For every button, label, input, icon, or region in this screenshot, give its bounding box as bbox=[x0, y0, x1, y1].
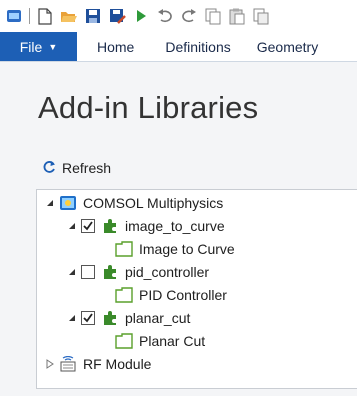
tree-node-label: PID Controller bbox=[139, 287, 227, 303]
tree-node-label: planar_cut bbox=[125, 310, 191, 326]
tree-node-pid-controller[interactable]: pid_controller bbox=[67, 261, 209, 283]
chevron-down-icon: ▼ bbox=[48, 41, 58, 52]
file-menu-button[interactable]: File ▼ bbox=[0, 32, 77, 61]
puzzle-piece-icon bbox=[101, 263, 119, 281]
rf-module-icon bbox=[59, 355, 77, 373]
redo-icon[interactable] bbox=[180, 7, 198, 25]
tree-node-label: RF Module bbox=[83, 356, 152, 372]
save-as-icon[interactable] bbox=[108, 7, 126, 25]
expanded-triangle-icon[interactable] bbox=[67, 221, 77, 231]
expanded-triangle-icon[interactable] bbox=[67, 267, 77, 277]
duplicate-icon[interactable] bbox=[252, 7, 270, 25]
tab-geometry[interactable]: Geometry bbox=[244, 32, 331, 61]
refresh-label: Refresh bbox=[62, 160, 112, 176]
new-file-icon[interactable] bbox=[36, 7, 54, 25]
tree-node-label: Planar Cut bbox=[139, 333, 206, 349]
planar-cut-checkbox[interactable] bbox=[81, 311, 95, 325]
refresh-icon bbox=[42, 160, 56, 177]
tree-node-planar-cut-method[interactable]: Planar Cut bbox=[115, 330, 205, 352]
collapsed-triangle-icon[interactable] bbox=[45, 359, 55, 369]
library-tree: COMSOL Multiphysics image_to_curve Image… bbox=[36, 189, 357, 389]
tree-node-label: Image to Curve bbox=[139, 241, 235, 257]
tree-node-pid-controller-method[interactable]: PID Controller bbox=[115, 284, 227, 306]
tree-node-image-to-curve-method[interactable]: Image to Curve bbox=[115, 238, 235, 260]
toolbar-separator bbox=[29, 8, 30, 24]
tree-node-comsol-multiphysics[interactable]: COMSOL Multiphysics bbox=[45, 192, 223, 214]
image-to-curve-checkbox[interactable] bbox=[81, 219, 95, 233]
file-menu-label: File bbox=[19, 38, 43, 55]
tab-home[interactable]: Home bbox=[77, 32, 152, 61]
tree-node-planar-cut[interactable]: planar_cut bbox=[67, 307, 190, 329]
open-folder-icon[interactable] bbox=[60, 7, 78, 25]
folder-icon bbox=[115, 332, 133, 350]
comsol-library-icon bbox=[59, 194, 77, 212]
puzzle-piece-icon bbox=[101, 309, 119, 327]
tab-definitions[interactable]: Definitions bbox=[152, 32, 243, 61]
run-icon[interactable] bbox=[132, 7, 150, 25]
folder-icon bbox=[115, 240, 133, 258]
undo-icon[interactable] bbox=[156, 7, 174, 25]
add-in-libraries-window: Add-in Libraries Refresh COMSOL Multiphy… bbox=[0, 62, 357, 396]
page-title: Add-in Libraries bbox=[38, 90, 259, 125]
puzzle-piece-icon bbox=[101, 217, 119, 235]
tree-node-image-to-curve[interactable]: image_to_curve bbox=[67, 215, 225, 237]
folder-icon bbox=[115, 286, 133, 304]
tree-node-label: image_to_curve bbox=[125, 218, 225, 234]
app-icon[interactable] bbox=[5, 7, 23, 25]
copy-icon[interactable] bbox=[204, 7, 222, 25]
quick-access-toolbar bbox=[0, 0, 357, 32]
ribbon-tab-bar: File ▼ Home Definitions Geometry bbox=[0, 32, 357, 62]
expanded-triangle-icon[interactable] bbox=[67, 313, 77, 323]
expanded-triangle-icon[interactable] bbox=[45, 198, 55, 208]
tree-node-rf-module[interactable]: RF Module bbox=[45, 353, 151, 375]
paste-icon[interactable] bbox=[228, 7, 246, 25]
tree-node-label: COMSOL Multiphysics bbox=[83, 195, 224, 211]
refresh-button[interactable]: Refresh bbox=[42, 159, 111, 177]
save-icon[interactable] bbox=[84, 7, 102, 25]
tree-node-label: pid_controller bbox=[125, 264, 210, 280]
pid-controller-checkbox[interactable] bbox=[81, 265, 95, 279]
